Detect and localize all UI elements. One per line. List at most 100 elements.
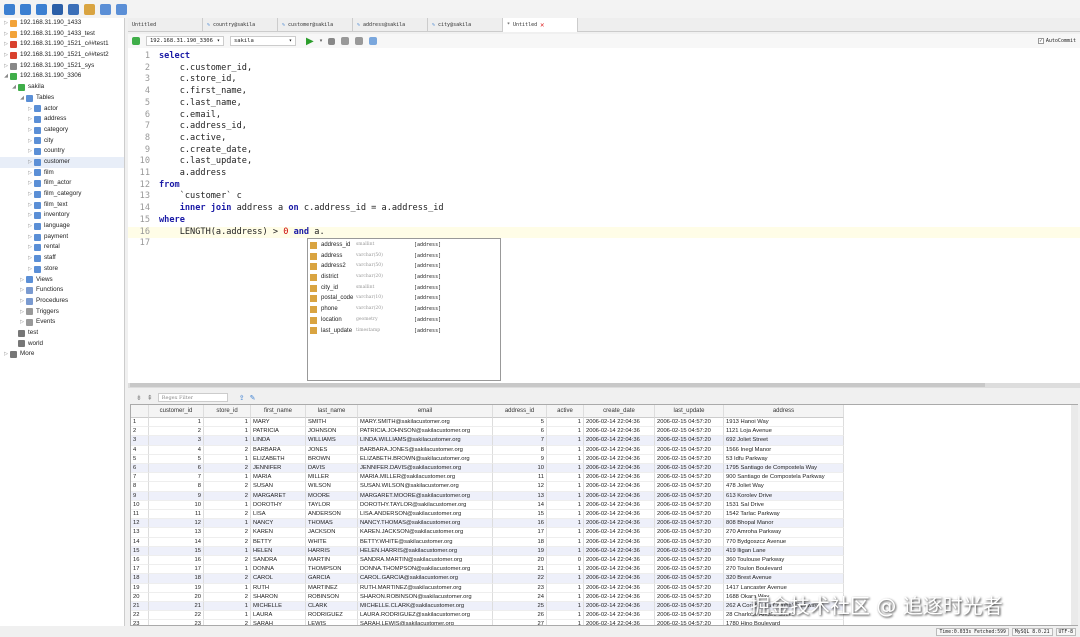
cell-address_id[interactable]: 13 bbox=[493, 491, 547, 501]
run-icon[interactable]: ▶ bbox=[306, 36, 314, 47]
cell-last_name[interactable]: JONES bbox=[306, 445, 358, 455]
table-row[interactable]: 3 3 1 LINDA WILLIAMS LINDA.WILLIAMS@sakilacus… bbox=[131, 436, 844, 446]
cell-customer_id[interactable]: 22 bbox=[149, 611, 204, 621]
cell-first_name[interactable]: LISA bbox=[251, 510, 306, 520]
cell-rownum[interactable]: 17 bbox=[131, 565, 149, 575]
cell-last_name[interactable]: HARRIS bbox=[306, 546, 358, 556]
cell-last_name[interactable]: RODRIGUEZ bbox=[306, 611, 358, 621]
tree-item-sakila[interactable]: ◢ sakila bbox=[0, 82, 124, 93]
cell-last_name[interactable]: CLARK bbox=[306, 602, 358, 612]
cell-active[interactable]: 1 bbox=[547, 510, 584, 520]
edit-icon[interactable]: ✎ bbox=[250, 394, 256, 402]
cell-create_date[interactable]: 2006-02-14 22:04:36 bbox=[584, 445, 655, 455]
table-row[interactable]: 5 5 1 ELIZABETH BROWN ELIZABETH.BROWN@sakilac… bbox=[131, 454, 844, 464]
cell-email[interactable]: SUSAN.WILSON@sakilacustomer.org bbox=[358, 482, 493, 492]
expand-arrow-icon[interactable]: ▷ bbox=[26, 253, 34, 264]
cell-first_name[interactable]: MARY bbox=[251, 418, 306, 428]
cell-email[interactable]: MARIA.MILLER@sakilacustomer.org bbox=[358, 473, 493, 483]
cell-rownum[interactable]: 10 bbox=[131, 500, 149, 510]
cell-last_update[interactable]: 2006-02-15 04:57:20 bbox=[655, 500, 724, 510]
cell-first_name[interactable]: MARGARET bbox=[251, 491, 306, 501]
cell-address[interactable]: 1121 Loja Avenue bbox=[724, 427, 844, 437]
code-line[interactable]: 5 c.last_name, bbox=[128, 98, 1080, 110]
expand-arrow-icon[interactable]: ▷ bbox=[18, 296, 26, 307]
cell-create_date[interactable]: 2006-02-14 22:04:36 bbox=[584, 565, 655, 575]
cell-active[interactable]: 1 bbox=[547, 482, 584, 492]
cell-address_id[interactable]: 6 bbox=[493, 427, 547, 437]
cell-create_date[interactable]: 2006-02-14 22:04:36 bbox=[584, 418, 655, 428]
expand-arrow-icon[interactable]: ◢ bbox=[18, 93, 26, 104]
expand-arrow-icon[interactable]: ▷ bbox=[2, 50, 10, 61]
table-row[interactable]: 14 14 2 BETTY WHITE BETTY.WHITE@sakilacustome… bbox=[131, 537, 844, 547]
code-line[interactable]: 13 `customer` c bbox=[128, 191, 1080, 203]
filter-up-icon[interactable]: ⇞ bbox=[147, 394, 153, 402]
expand-arrow-icon[interactable]: ▷ bbox=[18, 307, 26, 318]
cell-rownum[interactable]: 4 bbox=[131, 445, 149, 455]
expand-arrow-icon[interactable]: ▷ bbox=[26, 178, 34, 189]
cell-last_update[interactable]: 2006-02-15 04:57:20 bbox=[655, 464, 724, 474]
code-line[interactable]: 3 c.store_id, bbox=[128, 74, 1080, 86]
cell-address[interactable]: 270 Amroha Parkway bbox=[724, 528, 844, 538]
cell-last_update[interactable]: 2006-02-15 04:57:20 bbox=[655, 519, 724, 529]
column-header-address_id[interactable]: address_id bbox=[493, 405, 547, 418]
table-row[interactable]: 21 21 1 MICHELLE CLARK MICHELLE.CLARK@sakilac… bbox=[131, 602, 844, 612]
cell-last_update[interactable]: 2006-02-15 04:57:20 bbox=[655, 454, 724, 464]
clipboard-icon[interactable] bbox=[116, 3, 127, 15]
cell-customer_id[interactable]: 20 bbox=[149, 592, 204, 602]
table-row[interactable]: 7 7 1 MARIA MILLER MARIA.MILLER@sakilacustome… bbox=[131, 473, 844, 483]
cell-first_name[interactable]: CAROL bbox=[251, 574, 306, 584]
cell-store_id[interactable]: 2 bbox=[204, 491, 251, 501]
autocomplete-item[interactable]: address varchar(50) [address] bbox=[310, 251, 498, 262]
tree-item-192-168-31-190-1521-c-test2[interactable]: ▷ 192.168.31.190_1521_c##test2 bbox=[0, 50, 124, 61]
cell-first_name[interactable]: MICHELLE bbox=[251, 602, 306, 612]
cell-store_id[interactable]: 1 bbox=[204, 473, 251, 483]
cell-active[interactable]: 1 bbox=[547, 436, 584, 446]
column-header-email[interactable]: email bbox=[358, 405, 493, 418]
cell-last_name[interactable]: SMITH bbox=[306, 418, 358, 428]
cell-email[interactable]: PATRICIA.JOHNSON@sakilacustomer.org bbox=[358, 427, 493, 437]
cell-store_id[interactable]: 2 bbox=[204, 482, 251, 492]
cell-address_id[interactable]: 24 bbox=[493, 592, 547, 602]
table-row[interactable]: 11 11 2 LISA ANDERSON LISA.ANDERSON@sakilacus… bbox=[131, 510, 844, 520]
tab-4[interactable]: ✎ city@sakila bbox=[428, 18, 503, 32]
cell-customer_id[interactable]: 11 bbox=[149, 510, 204, 520]
tree-item-world[interactable]: world bbox=[0, 339, 124, 350]
tree-item-city[interactable]: ▷ city bbox=[0, 136, 124, 147]
cell-email[interactable]: LAURA.RODRIGUEZ@sakilacustomer.org bbox=[358, 611, 493, 621]
code-line[interactable]: 16 LENGTH(a.address) > 0 and a. bbox=[128, 226, 1080, 239]
column-header-last_update[interactable]: last_update bbox=[655, 405, 724, 418]
cell-address_id[interactable]: 9 bbox=[493, 454, 547, 464]
cell-rownum[interactable]: 9 bbox=[131, 491, 149, 501]
tree-item-customer[interactable]: ▷ customer bbox=[0, 156, 124, 168]
expand-arrow-icon[interactable]: ◢ bbox=[2, 71, 10, 82]
table-row[interactable]: 16 16 2 SANDRA MARTIN SANDRA.MARTIN@sakilacus… bbox=[131, 556, 844, 566]
column-header-customer_id[interactable]: customer_id bbox=[149, 405, 204, 418]
tab-1[interactable]: ✎ country@sakila bbox=[203, 18, 278, 32]
cell-create_date[interactable]: 2006-02-14 22:04:36 bbox=[584, 574, 655, 584]
cell-rownum[interactable]: 19 bbox=[131, 583, 149, 593]
expand-arrow-icon[interactable]: ▷ bbox=[26, 200, 34, 211]
connection-select[interactable]: 192.168.31.190_3306 ▾ bbox=[146, 36, 224, 46]
cell-store_id[interactable]: 1 bbox=[204, 602, 251, 612]
cell-email[interactable]: MARY.SMITH@sakilacustomer.org bbox=[358, 418, 493, 428]
expand-arrow-icon[interactable]: ▷ bbox=[26, 242, 34, 253]
cell-email[interactable]: JENNIFER.DAVIS@sakilacustomer.org bbox=[358, 464, 493, 474]
expand-arrow-icon[interactable]: ▷ bbox=[2, 29, 10, 40]
cell-store_id[interactable]: 1 bbox=[204, 611, 251, 621]
cell-create_date[interactable]: 2006-02-14 22:04:36 bbox=[584, 500, 655, 510]
cell-create_date[interactable]: 2006-02-14 22:04:36 bbox=[584, 528, 655, 538]
expand-arrow-icon[interactable]: ▷ bbox=[26, 232, 34, 243]
cell-customer_id[interactable]: 1 bbox=[149, 418, 204, 428]
cell-last_update[interactable]: 2006-02-15 04:57:20 bbox=[655, 491, 724, 501]
cell-create_date[interactable]: 2006-02-14 22:04:36 bbox=[584, 427, 655, 437]
cell-address_id[interactable]: 26 bbox=[493, 611, 547, 621]
close-icon[interactable]: ✕ bbox=[540, 18, 544, 32]
code-line[interactable]: 2 c.customer_id, bbox=[128, 63, 1080, 75]
cell-address[interactable]: 1531 Sal Drive bbox=[724, 500, 844, 510]
column-header-create_date[interactable]: create_date bbox=[584, 405, 655, 418]
cell-store_id[interactable]: 2 bbox=[204, 592, 251, 602]
cell-first_name[interactable]: ELIZABETH bbox=[251, 454, 306, 464]
cell-customer_id[interactable]: 6 bbox=[149, 464, 204, 474]
column-header-store_id[interactable]: store_id bbox=[204, 405, 251, 418]
cell-first_name[interactable]: LINDA bbox=[251, 436, 306, 446]
